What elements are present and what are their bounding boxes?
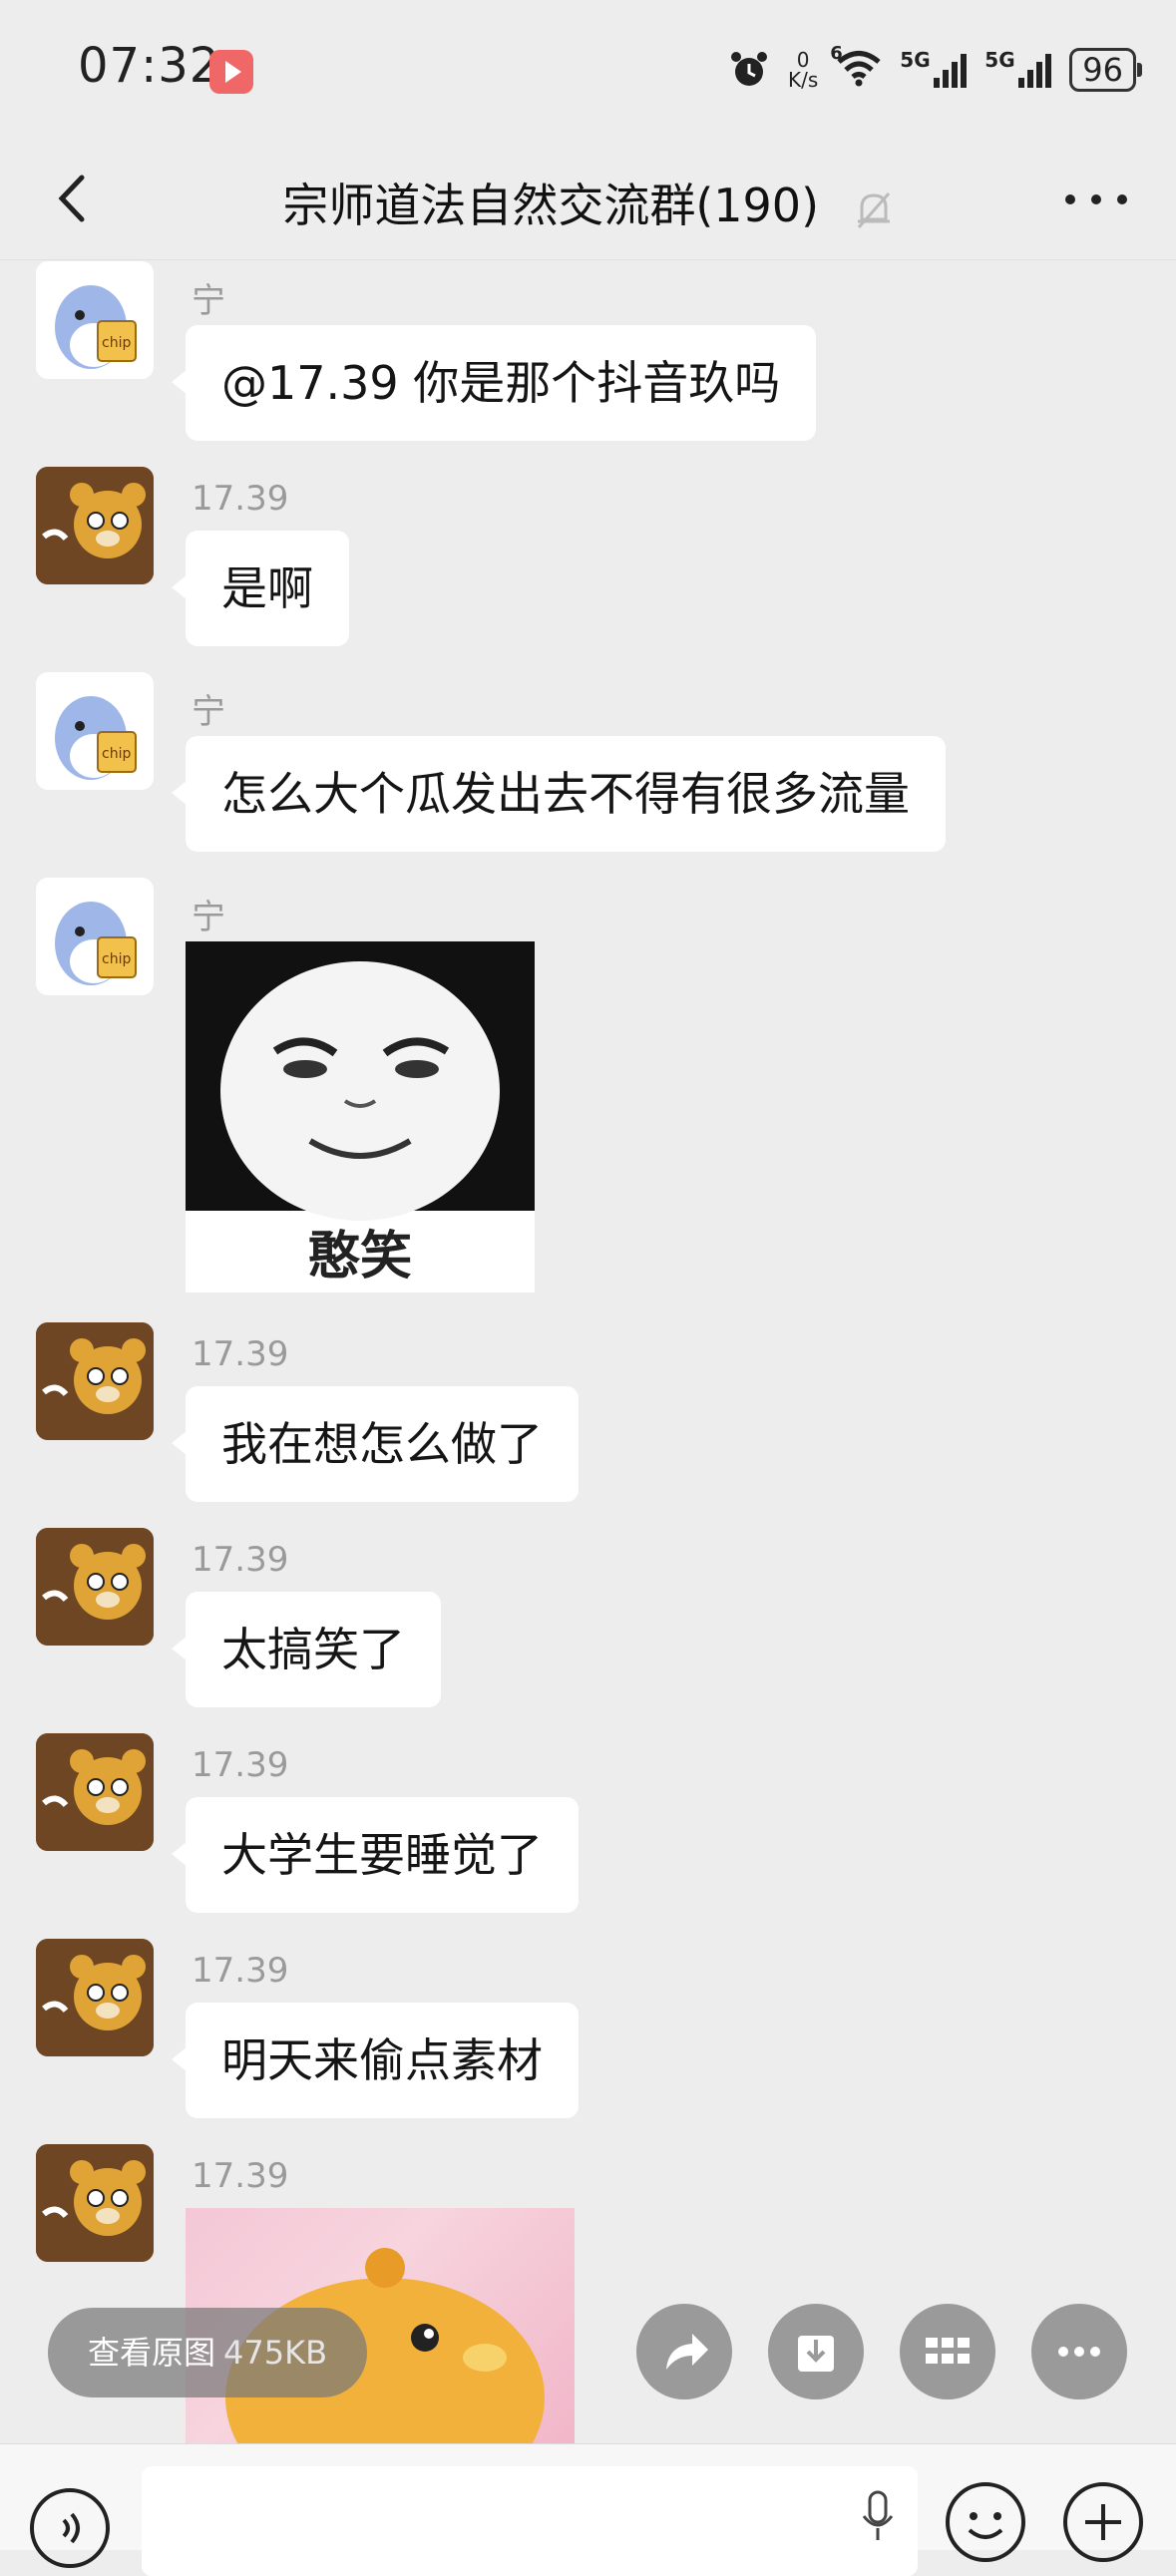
sticker-caption: 憨笑 — [307, 1227, 412, 1287]
screen-record-icon — [209, 50, 253, 94]
sender-name: 宁 — [192, 281, 225, 321]
svg-text:chip: chip — [102, 951, 131, 967]
input-bar — [0, 2443, 1176, 2576]
clock: 07:32 — [78, 38, 221, 94]
message-bubble[interactable]: 大学生要睡觉了 — [172, 1797, 579, 1913]
share-icon — [666, 2334, 708, 2370]
message-bubble[interactable]: 是啊 — [172, 531, 349, 646]
more-button[interactable] — [1056, 180, 1136, 219]
signal-sim1-icon: 5G — [900, 48, 968, 88]
alarm-icon — [731, 52, 767, 86]
message-bubble[interactable]: 明天来偷点素材 — [172, 2003, 579, 2118]
sender-name: 17.39 — [192, 1334, 289, 1374]
download-button[interactable] — [768, 2304, 864, 2399]
more-icon — [1058, 2347, 1100, 2357]
bear-avatar[interactable] — [36, 1733, 154, 1851]
share-button[interactable] — [636, 2304, 732, 2399]
shark-avatar[interactable]: chip — [36, 261, 154, 379]
grid-icon — [926, 2338, 970, 2364]
bear-avatar[interactable] — [36, 1939, 154, 2056]
bear-avatar[interactable] — [36, 467, 154, 584]
shark-avatar[interactable]: chip — [36, 878, 154, 995]
plus-icon[interactable] — [1061, 2480, 1145, 2564]
sender-name: 17.39 — [192, 1745, 289, 1785]
status-icons: 0 K/s 6 5G 5G 96 — [728, 43, 1142, 94]
sender-name: 17.39 — [192, 1540, 289, 1580]
message-bubble[interactable]: @17.39 你是那个抖音玖吗 — [171, 325, 817, 441]
message-bubble[interactable]: 怎么大个瓜发出去不得有很多流量 — [172, 736, 946, 852]
message-input[interactable] — [142, 2466, 918, 2576]
chat-header: 宗师道法自然交流群(190) — [0, 140, 1176, 260]
bear-avatar[interactable] — [36, 1528, 154, 1646]
net-speed: 0 K/s — [788, 48, 819, 92]
shark-avatar[interactable]: chip — [36, 672, 154, 790]
view-original-button[interactable]: 查看原图 475KB — [48, 2308, 368, 2397]
chat-title-area: 宗师道法自然交流群(190) — [0, 170, 1176, 235]
message-bubble[interactable]: 太搞笑了 — [172, 1592, 441, 1707]
wifi-icon: 6 — [830, 43, 882, 91]
image-action-bar: 查看原图 475KB — [0, 2304, 1176, 2403]
bell-off-icon — [857, 191, 890, 228]
chat-title: 宗师道法自然交流群(190) — [282, 179, 820, 232]
sender-name: 宁 — [192, 898, 225, 937]
signal-sim2-icon: 5G — [984, 48, 1052, 88]
svg-text:chip: chip — [102, 746, 131, 762]
emoji-icon[interactable] — [944, 2480, 1027, 2564]
voice-icon[interactable] — [28, 2486, 112, 2570]
sender-name: 17.39 — [192, 1951, 289, 1991]
sender-name: 宁 — [192, 692, 225, 732]
download-icon — [798, 2336, 834, 2372]
bear-avatar[interactable] — [36, 2144, 154, 2262]
battery-indicator: 96 — [1069, 48, 1142, 92]
grid-button[interactable] — [900, 2304, 995, 2399]
status-bar: 07:32 0 K/s 6 5G 5G 96 — [0, 0, 1176, 140]
mic-icon[interactable] — [858, 2488, 898, 2544]
sender-name: 17.39 — [192, 2156, 289, 2196]
message-bubble[interactable]: 我在想怎么做了 — [172, 1386, 579, 1502]
svg-text:chip: chip — [102, 335, 131, 351]
bear-avatar[interactable] — [36, 1322, 154, 1440]
more-actions-button[interactable] — [1031, 2304, 1127, 2399]
more-dots-icon — [1065, 194, 1127, 204]
sender-name: 17.39 — [192, 479, 289, 519]
panda-sticker[interactable]: 憨笑 — [186, 941, 535, 1292]
